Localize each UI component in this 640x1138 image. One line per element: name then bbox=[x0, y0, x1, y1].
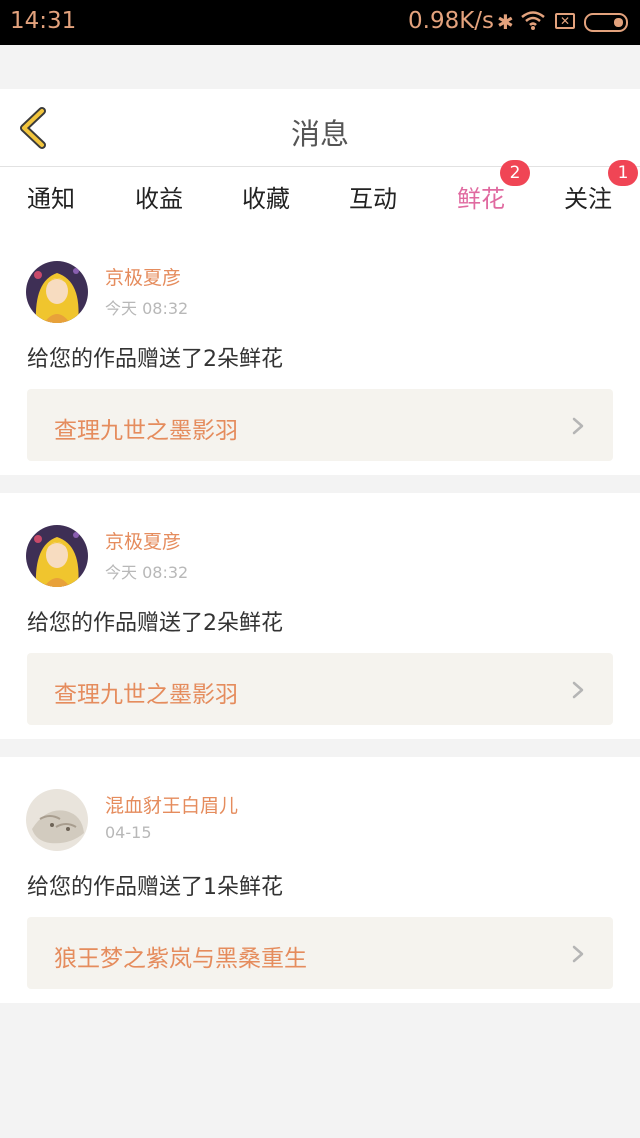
avatar[interactable] bbox=[26, 789, 88, 851]
status-bar: 14:31 0.98K/s ✱ ✕ bbox=[0, 0, 640, 45]
avatar[interactable] bbox=[26, 261, 88, 323]
tab-follows-badge: 1 bbox=[608, 160, 638, 186]
sim-disabled-icon: ✕ bbox=[555, 13, 575, 29]
message-time: 今天 08:32 bbox=[105, 563, 189, 582]
message-text: 给您的作品赠送了2朵鲜花 bbox=[27, 347, 283, 372]
tab-notifications[interactable]: 通知 bbox=[11, 179, 91, 214]
chevron-right-icon bbox=[572, 417, 584, 435]
work-link[interactable]: 狼王梦之紫岚与黑桑重生 bbox=[27, 917, 613, 989]
username[interactable]: 京极夏彦 bbox=[105, 263, 181, 290]
tab-bar: 通知 收益 收藏 互动 鲜花 关注 2 1 bbox=[0, 160, 640, 233]
tab-label: 互动 bbox=[349, 185, 397, 213]
tab-label: 收益 bbox=[135, 185, 183, 213]
message-card: 京极夏彦 今天 08:32 给您的作品赠送了2朵鲜花 查理九世之墨影羽 bbox=[0, 493, 640, 739]
tab-flowers-badge: 2 bbox=[500, 160, 530, 186]
message-card: 混血豺王白眉儿 04-15 给您的作品赠送了1朵鲜花 狼王梦之紫岚与黑桑重生 bbox=[0, 757, 640, 1003]
tab-favorites[interactable]: 收藏 bbox=[226, 179, 306, 214]
message-time: 04-15 bbox=[105, 823, 152, 842]
work-title: 狼王梦之紫岚与黑桑重生 bbox=[54, 946, 307, 972]
tab-earnings[interactable]: 收益 bbox=[119, 179, 199, 214]
work-title: 查理九世之墨影羽 bbox=[54, 418, 238, 444]
work-link[interactable]: 查理九世之墨影羽 bbox=[27, 389, 613, 461]
message-text: 给您的作品赠送了2朵鲜花 bbox=[27, 611, 283, 636]
work-title: 查理九世之墨影羽 bbox=[54, 682, 238, 708]
bluetooth-icon: ✱ bbox=[497, 10, 514, 34]
tab-interactions[interactable]: 互动 bbox=[333, 179, 413, 214]
username[interactable]: 京极夏彦 bbox=[105, 527, 181, 554]
work-link[interactable]: 查理九世之墨影羽 bbox=[27, 653, 613, 725]
message-text: 给您的作品赠送了1朵鲜花 bbox=[27, 875, 283, 900]
chevron-right-icon bbox=[572, 945, 584, 963]
username[interactable]: 混血豺王白眉儿 bbox=[105, 791, 238, 818]
network-speed: 0.98K/s bbox=[408, 8, 495, 34]
wifi-icon bbox=[520, 8, 546, 36]
tab-label: 收藏 bbox=[242, 185, 290, 213]
tab-label: 通知 bbox=[27, 185, 75, 213]
status-time: 14:31 bbox=[10, 8, 77, 34]
chevron-right-icon bbox=[572, 681, 584, 699]
message-card: 京极夏彦 今天 08:32 给您的作品赠送了2朵鲜花 查理九世之墨影羽 bbox=[0, 229, 640, 475]
page-title: 消息 bbox=[290, 117, 349, 151]
avatar[interactable] bbox=[26, 525, 88, 587]
message-time: 今天 08:32 bbox=[105, 299, 189, 318]
battery-icon bbox=[584, 13, 628, 32]
header: 消息 bbox=[0, 89, 640, 167]
